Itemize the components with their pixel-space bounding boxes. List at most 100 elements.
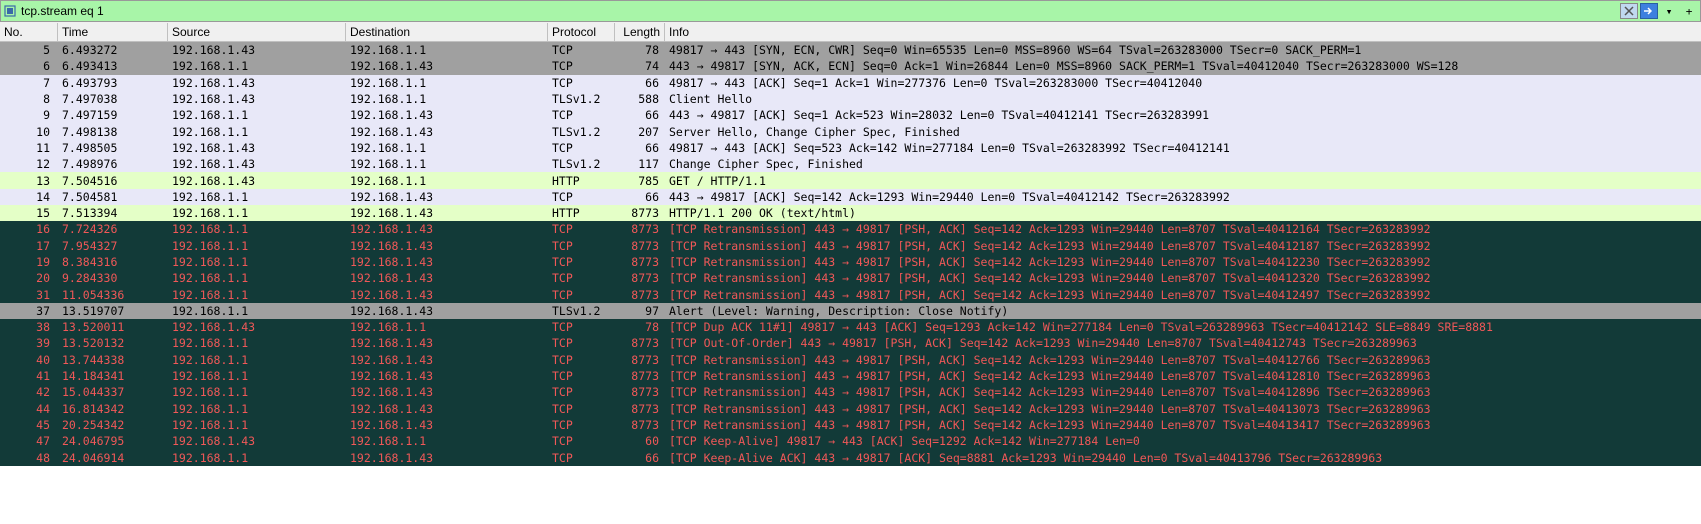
packet-row[interactable]: 3913.520132192.168.1.1192.168.1.43TCP877… xyxy=(0,335,1701,351)
cell-protocol: HTTP xyxy=(548,174,615,188)
filter-add-button[interactable]: + xyxy=(1680,3,1698,19)
packet-row[interactable]: 137.504516192.168.1.43192.168.1.1HTTP785… xyxy=(0,172,1701,188)
packet-row[interactable]: 87.497038192.168.1.43192.168.1.1TLSv1.25… xyxy=(0,91,1701,107)
cell-protocol: TCP xyxy=(548,385,615,399)
packet-row[interactable]: 127.498976192.168.1.43192.168.1.1TLSv1.2… xyxy=(0,156,1701,172)
packet-row[interactable]: 3713.519707192.168.1.1192.168.1.43TLSv1.… xyxy=(0,303,1701,319)
header-destination[interactable]: Destination xyxy=(346,23,548,41)
cell-protocol: TCP xyxy=(548,76,615,90)
cell-info: 443 → 49817 [SYN, ACK, ECN] Seq=0 Ack=1 … xyxy=(665,59,1701,73)
cell-length: 8773 xyxy=(615,418,665,432)
cell-info: [TCP Retransmission] 443 → 49817 [PSH, A… xyxy=(665,222,1701,236)
cell-protocol: TCP xyxy=(548,255,615,269)
cell-protocol: TCP xyxy=(548,418,615,432)
header-time[interactable]: Time xyxy=(58,23,168,41)
packet-row[interactable]: 3813.520011192.168.1.43192.168.1.1TCP78[… xyxy=(0,319,1701,335)
cell-destination: 192.168.1.43 xyxy=(346,385,548,399)
display-filter-input[interactable] xyxy=(21,4,1620,18)
cell-no: 44 xyxy=(0,402,58,416)
cell-protocol: TCP xyxy=(548,434,615,448)
packet-list-header: No. Time Source Destination Protocol Len… xyxy=(0,22,1701,42)
cell-destination: 192.168.1.1 xyxy=(346,92,548,106)
cell-length: 78 xyxy=(615,43,665,57)
header-protocol[interactable]: Protocol xyxy=(548,23,615,41)
cell-time: 16.814342 xyxy=(58,402,168,416)
packet-row[interactable]: 66.493413192.168.1.1192.168.1.43TCP74443… xyxy=(0,58,1701,74)
cell-source: 192.168.1.1 xyxy=(168,385,346,399)
filter-bookmark-icon[interactable] xyxy=(3,4,17,18)
packet-row[interactable]: 209.284330192.168.1.1192.168.1.43TCP8773… xyxy=(0,270,1701,286)
cell-info: Server Hello, Change Cipher Spec, Finish… xyxy=(665,125,1701,139)
packet-row[interactable]: 4215.044337192.168.1.1192.168.1.43TCP877… xyxy=(0,384,1701,400)
header-length[interactable]: Length xyxy=(615,23,665,41)
cell-protocol: TCP xyxy=(548,402,615,416)
packet-row[interactable]: 56.493272192.168.1.43192.168.1.1TCP78498… xyxy=(0,42,1701,58)
cell-info: GET / HTTP/1.1 xyxy=(665,174,1701,188)
cell-time: 7.724326 xyxy=(58,222,168,236)
cell-destination: 192.168.1.43 xyxy=(346,369,548,383)
cell-source: 192.168.1.43 xyxy=(168,174,346,188)
cell-length: 78 xyxy=(615,320,665,334)
cell-info: Alert (Level: Warning, Description: Clos… xyxy=(665,304,1701,318)
cell-time: 14.184341 xyxy=(58,369,168,383)
cell-length: 8773 xyxy=(615,222,665,236)
header-no[interactable]: No. xyxy=(0,23,58,41)
packet-row[interactable]: 4114.184341192.168.1.1192.168.1.43TCP877… xyxy=(0,368,1701,384)
cell-no: 20 xyxy=(0,271,58,285)
cell-info: [TCP Retransmission] 443 → 49817 [PSH, A… xyxy=(665,271,1701,285)
cell-info: [TCP Keep-Alive ACK] 443 → 49817 [ACK] S… xyxy=(665,451,1701,465)
header-source[interactable]: Source xyxy=(168,23,346,41)
cell-length: 588 xyxy=(615,92,665,106)
cell-destination: 192.168.1.1 xyxy=(346,434,548,448)
cell-no: 16 xyxy=(0,222,58,236)
cell-protocol: TCP xyxy=(548,369,615,383)
cell-time: 9.284330 xyxy=(58,271,168,285)
packet-row[interactable]: 147.504581192.168.1.1192.168.1.43TCP6644… xyxy=(0,189,1701,205)
cell-source: 192.168.1.43 xyxy=(168,157,346,171)
packet-row[interactable]: 117.498505192.168.1.43192.168.1.1TCP6649… xyxy=(0,140,1701,156)
cell-length: 8773 xyxy=(615,336,665,350)
filter-apply-button[interactable] xyxy=(1640,3,1658,19)
cell-length: 8773 xyxy=(615,288,665,302)
packet-row[interactable]: 76.493793192.168.1.43192.168.1.1TCP66498… xyxy=(0,75,1701,91)
header-info[interactable]: Info xyxy=(665,23,1701,41)
cell-no: 45 xyxy=(0,418,58,432)
packet-row[interactable]: 4520.254342192.168.1.1192.168.1.43TCP877… xyxy=(0,417,1701,433)
packet-row[interactable]: 107.498138192.168.1.1192.168.1.43TLSv1.2… xyxy=(0,123,1701,139)
packet-row[interactable]: 177.954327192.168.1.1192.168.1.43TCP8773… xyxy=(0,238,1701,254)
cell-info: [TCP Retransmission] 443 → 49817 [PSH, A… xyxy=(665,288,1701,302)
filter-clear-button[interactable] xyxy=(1620,3,1638,19)
cell-destination: 192.168.1.43 xyxy=(346,59,548,73)
packet-row[interactable]: 198.384316192.168.1.1192.168.1.43TCP8773… xyxy=(0,254,1701,270)
packet-row[interactable]: 157.513394192.168.1.1192.168.1.43HTTP877… xyxy=(0,205,1701,221)
cell-destination: 192.168.1.1 xyxy=(346,157,548,171)
cell-source: 192.168.1.43 xyxy=(168,92,346,106)
cell-protocol: TCP xyxy=(548,43,615,57)
cell-destination: 192.168.1.43 xyxy=(346,304,548,318)
packet-row[interactable]: 4416.814342192.168.1.1192.168.1.43TCP877… xyxy=(0,401,1701,417)
cell-no: 37 xyxy=(0,304,58,318)
cell-no: 10 xyxy=(0,125,58,139)
cell-destination: 192.168.1.43 xyxy=(346,222,548,236)
cell-source: 192.168.1.1 xyxy=(168,369,346,383)
packet-row[interactable]: 97.497159192.168.1.1192.168.1.43TCP66443… xyxy=(0,107,1701,123)
filter-dropdown-button[interactable]: ▾ xyxy=(1660,3,1678,19)
cell-no: 5 xyxy=(0,43,58,57)
cell-protocol: TCP xyxy=(548,288,615,302)
cell-no: 9 xyxy=(0,108,58,122)
cell-source: 192.168.1.43 xyxy=(168,43,346,57)
packet-row[interactable]: 4824.046914192.168.1.1192.168.1.43TCP66[… xyxy=(0,449,1701,465)
cell-length: 97 xyxy=(615,304,665,318)
cell-protocol: TLSv1.2 xyxy=(548,125,615,139)
packet-row[interactable]: 4724.046795192.168.1.43192.168.1.1TCP60[… xyxy=(0,433,1701,449)
cell-time: 13.744338 xyxy=(58,353,168,367)
cell-source: 192.168.1.1 xyxy=(168,190,346,204)
cell-destination: 192.168.1.1 xyxy=(346,320,548,334)
packet-row[interactable]: 167.724326192.168.1.1192.168.1.43TCP8773… xyxy=(0,221,1701,237)
packet-row[interactable]: 3111.054336192.168.1.1192.168.1.43TCP877… xyxy=(0,286,1701,302)
cell-protocol: TCP xyxy=(548,190,615,204)
packet-row[interactable]: 4013.744338192.168.1.1192.168.1.43TCP877… xyxy=(0,352,1701,368)
cell-source: 192.168.1.1 xyxy=(168,125,346,139)
cell-source: 192.168.1.1 xyxy=(168,304,346,318)
cell-length: 8773 xyxy=(615,239,665,253)
